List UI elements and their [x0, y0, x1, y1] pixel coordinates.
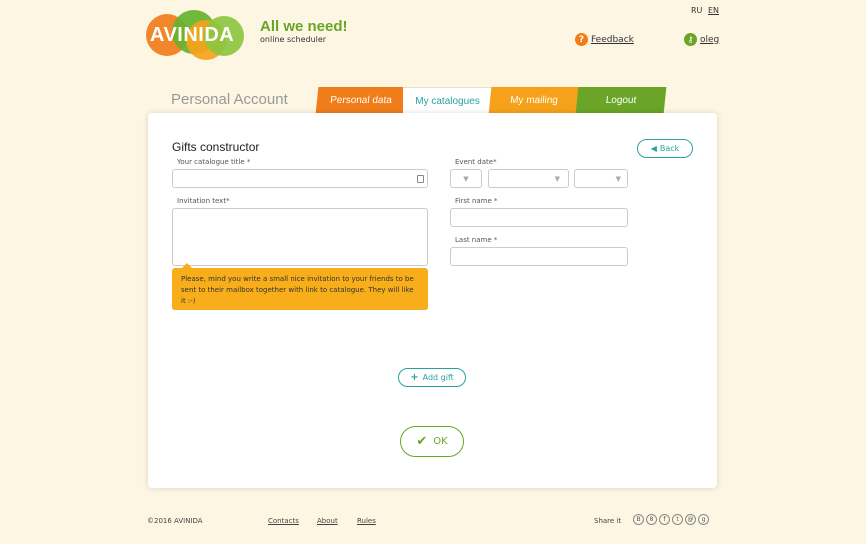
tab-logout[interactable]: Logout: [575, 87, 667, 114]
lang-ru-link[interactable]: RU: [691, 6, 702, 15]
facebook-icon[interactable]: f: [659, 514, 670, 525]
back-button[interactable]: ◀ Back: [637, 139, 693, 158]
last-name-input[interactable]: [450, 247, 628, 266]
arrow-left-icon: ◀: [650, 144, 657, 153]
logo-text: AVINIDA: [150, 24, 235, 46]
footer-link-about[interactable]: About: [317, 517, 338, 525]
tab-my-catalogues[interactable]: My catalogues: [403, 87, 492, 114]
document-icon: [417, 175, 424, 183]
catalogue-title-input[interactable]: [172, 169, 428, 188]
user-link[interactable]: oleg: [700, 35, 719, 45]
event-date-label: Event date*: [455, 158, 497, 166]
invitation-label: Invitation text*: [177, 197, 230, 205]
ok-label: OK: [433, 436, 448, 447]
event-month-select[interactable]: ▼: [488, 169, 569, 188]
share-label: Share it: [594, 517, 622, 525]
copyright: ©2016 AVINIDA: [147, 517, 203, 525]
panel-title: Gifts constructor: [172, 140, 260, 154]
page-title: Personal Account: [171, 91, 288, 108]
invitation-tooltip: Please, mind you write a small nice invi…: [172, 263, 428, 310]
add-gift-button[interactable]: + Add gift: [398, 368, 466, 387]
googleplus-icon[interactable]: g: [698, 514, 709, 525]
first-name-label: First name *: [455, 197, 498, 205]
tab-label: My catalogues: [415, 95, 480, 107]
event-year-select[interactable]: ▼: [574, 169, 628, 188]
lang-en-link[interactable]: EN: [708, 6, 719, 15]
catalogue-title-label: Your catalogue title *: [177, 158, 251, 166]
event-day-select[interactable]: ▼: [450, 169, 482, 188]
footer-link-contacts[interactable]: Contacts: [268, 517, 299, 525]
invitation-textarea[interactable]: [172, 208, 428, 266]
chevron-down-icon: ▼: [463, 174, 469, 183]
tagline: All we need!: [260, 18, 348, 35]
first-name-input[interactable]: [450, 208, 628, 227]
logo[interactable]: AVINIDA: [146, 10, 246, 60]
gifts-constructor-panel: Gifts constructor ◀ Back Your catalogue …: [148, 113, 717, 488]
social-icons: B 8 f t @ g: [633, 514, 709, 525]
mail-icon[interactable]: @: [685, 514, 696, 525]
check-icon: ✔: [416, 434, 428, 449]
ok-button[interactable]: ✔ OK: [400, 426, 464, 457]
chevron-down-icon: ▼: [615, 174, 621, 183]
language-switcher: RU EN: [691, 6, 722, 15]
blog-icon[interactable]: B: [633, 514, 644, 525]
odnoklassniki-icon[interactable]: 8: [646, 514, 657, 525]
footer-link-rules[interactable]: Rules: [357, 517, 376, 525]
chevron-down-icon: ▼: [554, 174, 560, 183]
add-gift-label: Add gift: [422, 373, 454, 382]
subtagline: online scheduler: [260, 35, 327, 44]
plus-icon: +: [410, 372, 419, 383]
tab-label: Personal data: [329, 95, 393, 106]
feedback-link-group: ? Feedback: [575, 33, 634, 46]
tab-my-mailing[interactable]: My mailing: [488, 87, 580, 114]
question-icon[interactable]: ?: [575, 33, 588, 46]
user-link-group: ⚷ oleg: [684, 33, 719, 46]
tab-personal-data[interactable]: Personal data: [315, 87, 407, 114]
last-name-label: Last name *: [455, 236, 498, 244]
key-icon[interactable]: ⚷: [684, 33, 697, 46]
tab-label: My mailing: [509, 95, 559, 106]
tab-label: Logout: [605, 95, 637, 106]
feedback-link[interactable]: Feedback: [591, 35, 634, 45]
twitter-icon[interactable]: t: [672, 514, 683, 525]
back-label: Back: [659, 144, 680, 153]
